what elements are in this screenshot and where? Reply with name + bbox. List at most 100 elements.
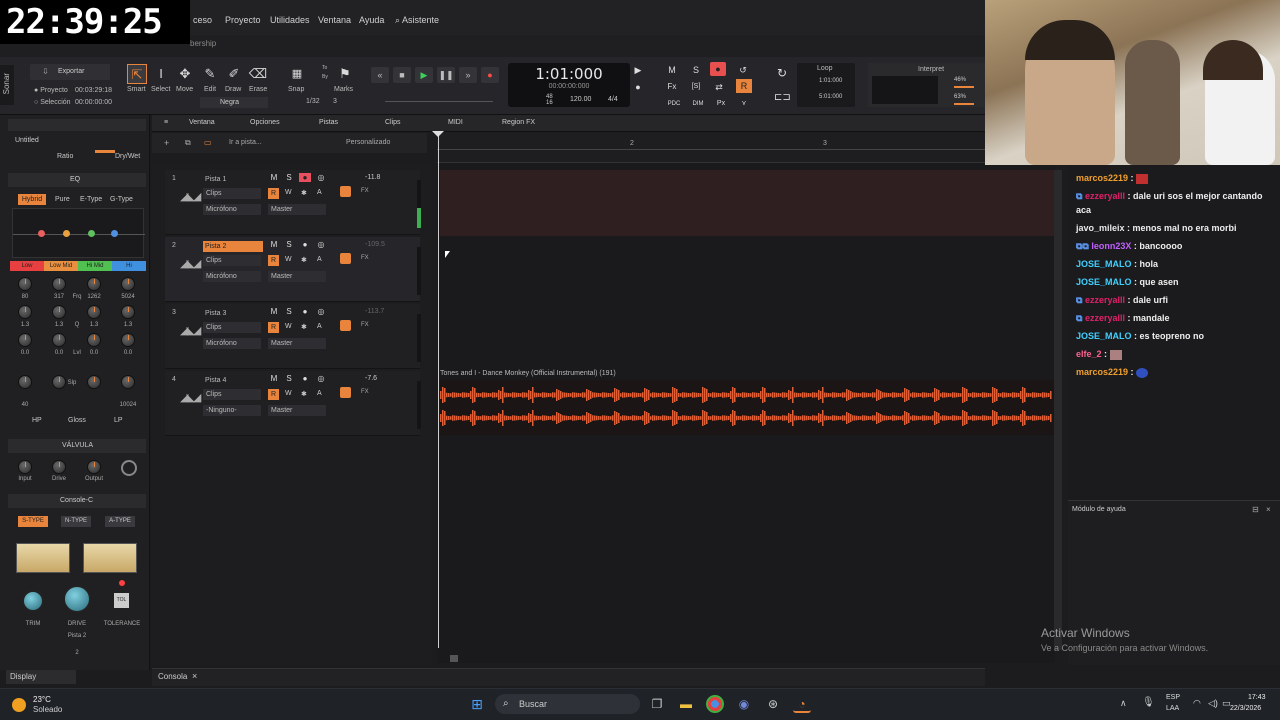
- fx-bin-icon[interactable]: [340, 253, 351, 264]
- arm-record-icon[interactable]: ●: [299, 173, 311, 182]
- write-button[interactable]: W: [285, 189, 292, 196]
- band-low[interactable]: Low: [10, 261, 44, 271]
- solo-button[interactable]: S: [283, 307, 295, 316]
- trim-knob[interactable]: [22, 590, 44, 612]
- band-himid[interactable]: Hi Mid: [78, 261, 112, 271]
- tray-chevron-icon[interactable]: ∧: [1120, 698, 1127, 709]
- track-3[interactable]: 3 ◢◣◢ Pista 3 M S ● ◎ -113.7 Clips R W ✱…: [165, 304, 421, 369]
- tv-menu-clips[interactable]: Clips: [385, 119, 401, 126]
- write-button[interactable]: W: [285, 390, 292, 397]
- asterisk-icon[interactable]: ✱: [301, 256, 307, 264]
- arm-record-icon[interactable]: ●: [299, 240, 311, 249]
- freq-knob-3[interactable]: [87, 277, 101, 291]
- dim-button[interactable]: DIM: [688, 97, 708, 111]
- bpm-value[interactable]: 120.00: [570, 96, 591, 103]
- band-lowmid[interactable]: Low Mid: [44, 261, 78, 271]
- weather-sun-icon[interactable]: [12, 698, 26, 712]
- tv-menu-options[interactable]: Opciones: [250, 119, 280, 126]
- playhead[interactable]: [438, 133, 439, 648]
- valve-input-knob[interactable]: [18, 460, 32, 474]
- stop-icon[interactable]: ■: [393, 67, 411, 83]
- volume-icon[interactable]: ◁): [1208, 698, 1218, 709]
- punch-icon[interactable]: ⊏⊐: [774, 91, 791, 105]
- dot-icon[interactable]: ●: [630, 80, 646, 94]
- write-button[interactable]: W: [285, 256, 292, 263]
- play-marker-icon[interactable]: ▶: [630, 63, 646, 77]
- console-tab[interactable]: Consola: [158, 672, 187, 681]
- tv-menu-midi[interactable]: MIDI: [448, 119, 463, 126]
- wave-toggle-icon[interactable]: ⋎: [736, 97, 752, 111]
- pause-icon[interactable]: ❚❚: [437, 67, 455, 83]
- draw-tool-icon[interactable]: ✐: [224, 64, 244, 84]
- mute-button[interactable]: M: [268, 374, 280, 383]
- menu-project[interactable]: Proyecto: [225, 15, 261, 25]
- arch-button[interactable]: A: [317, 189, 322, 196]
- snap-value[interactable]: 1/32: [306, 98, 320, 105]
- track-name[interactable]: Pista 4: [203, 375, 263, 386]
- tv-menu-window[interactable]: Ventana: [189, 119, 215, 126]
- console-ntype[interactable]: N-TYPE: [61, 516, 91, 527]
- q-knob-1[interactable]: [18, 305, 32, 319]
- solo-bracket-icon[interactable]: [S]: [688, 80, 704, 94]
- clips-select[interactable]: Clips: [203, 322, 261, 333]
- record-icon[interactable]: ●: [481, 67, 499, 83]
- console-header[interactable]: Console-C: [8, 494, 146, 508]
- display-select[interactable]: Display: [6, 670, 76, 684]
- rewind-icon[interactable]: «: [371, 67, 389, 83]
- input-echo-icon[interactable]: ◎: [315, 240, 327, 249]
- help-close-icon[interactable]: ×: [1266, 505, 1271, 514]
- color-select[interactable]: Negra: [200, 97, 268, 108]
- marks-icon[interactable]: ⚑: [335, 64, 355, 84]
- menu-icon[interactable]: ≡: [164, 119, 168, 126]
- freq-knob-1[interactable]: [18, 277, 32, 291]
- track1-lane[interactable]: [440, 170, 1055, 236]
- windows-start-icon[interactable]: ⊞: [468, 695, 486, 713]
- band-hi[interactable]: Hi: [112, 261, 146, 271]
- menu-window[interactable]: Ventana: [318, 15, 351, 25]
- output-select[interactable]: Master: [268, 204, 326, 215]
- track-name[interactable]: Pista 1: [203, 174, 263, 185]
- export-button[interactable]: ⇩ Exportar: [30, 64, 110, 80]
- chat-user[interactable]: JOSE_MALO: [1076, 259, 1132, 269]
- file-explorer-icon[interactable]: ▬: [677, 695, 695, 713]
- eq-header[interactable]: EQ: [8, 173, 146, 187]
- solo-button[interactable]: S: [283, 374, 295, 383]
- snap-icon[interactable]: ▦: [287, 64, 307, 84]
- lvl-knob-2[interactable]: [52, 333, 66, 347]
- arch-button[interactable]: A: [317, 323, 322, 330]
- freq-knob-4[interactable]: [121, 277, 135, 291]
- clips-select[interactable]: Clips: [203, 255, 261, 266]
- slope-knob-2[interactable]: [87, 375, 101, 389]
- output-select[interactable]: Master: [268, 271, 326, 282]
- edit-tool-icon[interactable]: ✎: [200, 64, 220, 84]
- obs-icon[interactable]: ⊛: [764, 695, 782, 713]
- read-button[interactable]: R: [268, 322, 279, 333]
- global-mute-button[interactable]: M: [664, 63, 680, 77]
- output-select[interactable]: Master: [268, 338, 326, 349]
- chat-user[interactable]: JOSE_MALO: [1076, 277, 1132, 287]
- menu-assistant[interactable]: ⌕ Asistente: [395, 15, 439, 26]
- global-read-button[interactable]: R: [736, 79, 752, 93]
- taskbar-search[interactable]: ⌕ Buscar: [495, 694, 640, 714]
- custom-preset-select[interactable]: Personalizado: [346, 139, 390, 146]
- time-display[interactable]: 1:01:000 00:00:00:000 48 16 120.00 4/4: [508, 63, 630, 107]
- lvl-knob-4[interactable]: [121, 333, 135, 347]
- lp-button[interactable]: LP: [114, 417, 123, 424]
- horizontal-scroll-thumb[interactable]: [450, 655, 458, 662]
- fast-forward-icon[interactable]: »: [459, 67, 477, 83]
- loop-end[interactable]: 5:01:000: [819, 94, 842, 100]
- meter-value[interactable]: 4/4: [608, 96, 618, 103]
- chat-user[interactable]: marcos2219: [1076, 367, 1128, 377]
- track-4[interactable]: 4 ◢◣◢ Pista 4 M S ● ◎ -7.6 Clips R W ✱ A…: [165, 371, 421, 436]
- lp-knob[interactable]: [121, 375, 135, 389]
- chat-user[interactable]: javo_mileix: [1076, 223, 1125, 233]
- clips-select[interactable]: Clips: [203, 389, 261, 400]
- menu-help[interactable]: Ayuda: [359, 15, 384, 25]
- erase-tool-icon[interactable]: ⌫: [248, 64, 268, 84]
- valve-drive-knob[interactable]: [52, 460, 66, 474]
- vertical-scrollbar[interactable]: [1054, 170, 1062, 650]
- read-button[interactable]: R: [268, 255, 279, 266]
- arch-button[interactable]: A: [317, 256, 322, 263]
- gloss-button[interactable]: Gloss: [68, 417, 86, 424]
- q-knob-2[interactable]: [52, 305, 66, 319]
